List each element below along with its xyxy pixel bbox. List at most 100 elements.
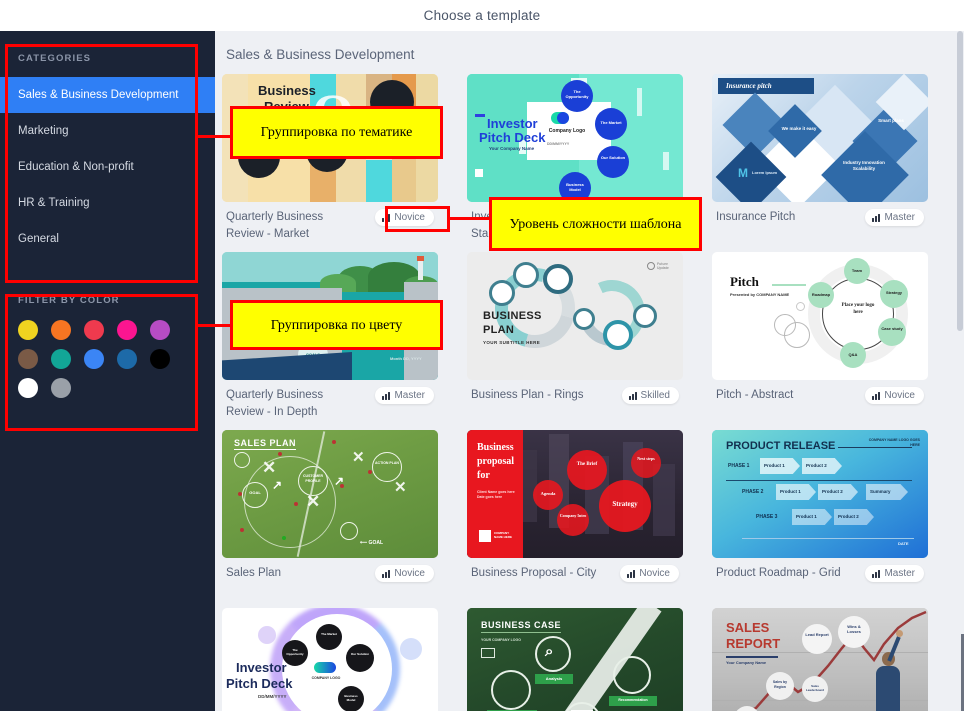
- template-card[interactable]: SALES REPORT Your Company Name Summary S…: [712, 608, 928, 711]
- thumbnail-arrow: ↗: [272, 478, 283, 492]
- difficulty-label: Master: [884, 568, 915, 579]
- template-thumbnail-sales-plan[interactable]: SALES PLAN GOAL CUSTOMER PROFILE ACTION …: [222, 430, 438, 558]
- thumbnail-node-label: Our Solution: [600, 155, 626, 160]
- template-thumbnail-bp-rings[interactable]: BUSINESS PLAN YOUR SUBTITLE HERE Future U…: [467, 252, 683, 380]
- difficulty-badge[interactable]: Master: [865, 565, 924, 582]
- template-card[interactable]: BUSINESS PLAN YOUR SUBTITLE HERE Future U…: [467, 252, 683, 422]
- decorative-dot: [238, 492, 242, 496]
- thumbnail-node-label: Industry Innovation Scalability: [843, 160, 885, 171]
- thumbnail-phase-label: PHASE 3: [756, 514, 778, 520]
- template-card[interactable]: The Opportunity The Market Our Solution …: [222, 608, 438, 711]
- template-meta: Pitch - Abstract Novice: [712, 380, 928, 422]
- thumbnail-node-label: The Opportunity: [286, 648, 304, 656]
- difficulty-label: Skilled: [640, 390, 670, 401]
- thumbnail-node: [597, 146, 629, 178]
- thumbnail-node: [613, 656, 651, 694]
- thumbnail-product-label: Product 1: [780, 489, 801, 494]
- template-thumbnail-investor-teal[interactable]: Investor Pitch Deck Your Company Name Co…: [467, 74, 683, 202]
- thumbnail-product-label: Product 1: [796, 514, 817, 519]
- thumbnail-node-label: Q&A: [848, 352, 858, 357]
- thumbnail-company-label: COMPANY NAME LOGO GOES HERE: [868, 438, 920, 447]
- template-card[interactable]: BUSINESS CASE YOUR COMPANY LOGO ⌕ Analys…: [467, 608, 683, 711]
- template-thumbnail-business-case[interactable]: BUSINESS CASE YOUR COMPANY LOGO ⌕ Analys…: [467, 608, 683, 711]
- thumbnail-logo-mark: M: [738, 166, 748, 180]
- thumbnail-node: [346, 644, 374, 672]
- difficulty-badge[interactable]: Novice: [865, 387, 924, 404]
- thumbnail-node: [603, 320, 633, 350]
- thumbnail-node-label: CUSTOMER PROFILE: [303, 474, 323, 483]
- thumbnail-logo-label: COMPANY NAME HERE: [494, 531, 513, 539]
- difficulty-badge[interactable]: Master: [865, 209, 924, 226]
- template-card[interactable]: SALES PLAN GOAL CUSTOMER PROFILE ACTION …: [222, 430, 438, 600]
- vertical-scrollbar[interactable]: [956, 31, 964, 711]
- thumbnail-node-label: Our Solution: [350, 652, 370, 656]
- thumbnail-node: [489, 280, 515, 306]
- thumbnail-title2: Pitch Deck: [479, 130, 546, 145]
- difficulty-label: Novice: [639, 568, 670, 579]
- thumbnail-title: Business: [477, 442, 514, 453]
- thumbnail-node: [878, 318, 906, 346]
- thumbnail-node-label: Lead Report: [805, 632, 829, 637]
- decorative-dot: [368, 470, 372, 474]
- difficulty-badge[interactable]: Novice: [375, 565, 434, 582]
- decorative-circle: [258, 626, 276, 644]
- thumbnail-node: [631, 448, 661, 478]
- annotation-callout-grouping-by-topic: Группировка по тематике: [230, 106, 443, 159]
- template-card[interactable]: Business proposal for Client Name goes h…: [467, 430, 683, 600]
- thumbnail-node-label: The Opportunity: [565, 89, 589, 99]
- template-card[interactable]: PRODUCT RELEASE COMPANY NAME LOGO GOES H…: [712, 430, 928, 600]
- thumbnail-node-label: Sales Leaderboard: [805, 684, 825, 692]
- thumbnail-title: Business: [258, 83, 316, 98]
- template-name: Pitch - Abstract: [716, 389, 794, 401]
- thumbnail-title3: for: [477, 470, 490, 481]
- template-name: Quarterly Business Review - Market: [226, 211, 324, 240]
- section-title: Sales & Business Development: [226, 47, 415, 62]
- template-name: Sales Plan: [226, 567, 281, 579]
- template-thumbnail-sales-report[interactable]: SALES REPORT Your Company Name Summary S…: [712, 608, 928, 711]
- thumbnail-subtitle: YOUR COMPANY LOGO: [481, 638, 521, 642]
- decorative-dot: [282, 536, 286, 540]
- thumbnail-date: DD/MM/YYYY: [258, 694, 287, 699]
- annotation-text: Уровень сложности шаблона: [509, 216, 682, 232]
- bar-chart-icon: [872, 569, 881, 578]
- window-header: Choose a template: [0, 0, 964, 31]
- template-card[interactable]: Insurance pitch Smart plans We make it e…: [712, 74, 928, 244]
- template-card[interactable]: Team Strategy Case study Q&A Roadmap Pla…: [712, 252, 928, 422]
- template-name: Business Proposal - City: [471, 567, 597, 579]
- thumbnail-x-mark: ✕: [306, 492, 321, 511]
- thumbnail-logo-mark: [647, 262, 655, 270]
- decorative-ring: [340, 522, 358, 540]
- bar-chart-icon: [627, 569, 636, 578]
- template-thumbnail-insurance[interactable]: Insurance pitch Smart plans We make it e…: [712, 74, 928, 202]
- template-name: Business Plan - Rings: [471, 389, 584, 401]
- template-grid: Q R Defining success Business Review Qua…: [215, 62, 964, 711]
- template-meta: Sales Plan Novice: [222, 558, 438, 600]
- thumbnail-date: DATE: [898, 541, 909, 546]
- thumbnail-node-label: Strategy: [885, 290, 902, 295]
- difficulty-badge[interactable]: Skilled: [621, 387, 679, 404]
- scrollbar-thumb[interactable]: [957, 31, 963, 331]
- thumbnail-node-label: The Market: [600, 120, 622, 125]
- template-thumbnail-roadmap-grid[interactable]: PRODUCT RELEASE COMPANY NAME LOGO GOES H…: [712, 430, 928, 558]
- decorative-dot: [294, 502, 298, 506]
- thumbnail-node-label: Company Intro: [559, 513, 587, 518]
- thumbnail-person-hand: [896, 630, 903, 637]
- bar-chart-icon: [382, 391, 391, 400]
- thumbnail-x-mark: ✕: [352, 449, 365, 466]
- thumbnail-date: DD/MM/YYYY: [547, 142, 570, 146]
- template-thumbnail-pitch-abstract[interactable]: Team Strategy Case study Q&A Roadmap Pla…: [712, 252, 928, 380]
- thumbnail-node: [567, 450, 607, 490]
- difficulty-label: Novice: [884, 390, 915, 401]
- template-thumbnail-investor-purple[interactable]: The Opportunity The Market Our Solution …: [222, 608, 438, 711]
- template-meta: Insurance Pitch Master: [712, 202, 928, 244]
- difficulty-badge[interactable]: Master: [375, 387, 434, 404]
- annotation-rect-filter-color: [5, 294, 198, 431]
- annotation-text: Группировка по тематике: [260, 125, 413, 140]
- difficulty-badge[interactable]: Novice: [620, 565, 679, 582]
- page-title: Choose a template: [423, 8, 541, 23]
- template-thumbnail-proposal-city[interactable]: Business proposal for Client Name goes h…: [467, 430, 683, 558]
- annotation-callout-grouping-by-color: Группировка по цвету: [230, 300, 443, 350]
- thumbnail-node-label: Roadmap: [811, 292, 831, 297]
- search-icon: ⌕: [545, 643, 554, 660]
- thumbnail-node-label: ACTION PLAN: [375, 461, 399, 465]
